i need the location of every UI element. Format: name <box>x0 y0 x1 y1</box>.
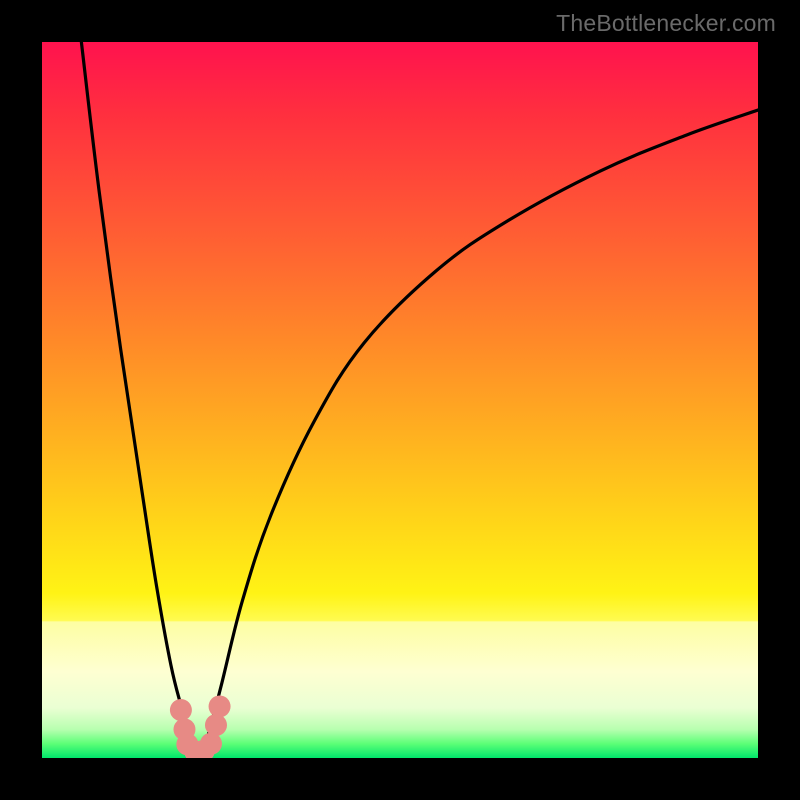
curve-layer <box>81 42 758 754</box>
chart-frame: TheBottlenecker.com <box>0 0 800 800</box>
curve-left-branch <box>81 42 199 754</box>
data-marker <box>170 699 192 721</box>
watermark-text: TheBottlenecker.com <box>556 10 776 37</box>
chart-svg <box>42 42 758 758</box>
marker-layer <box>170 695 231 758</box>
data-marker <box>209 695 231 717</box>
data-marker <box>205 714 227 736</box>
chart-plot-area <box>42 42 758 758</box>
curve-right-branch <box>200 110 758 754</box>
data-marker <box>200 733 222 755</box>
